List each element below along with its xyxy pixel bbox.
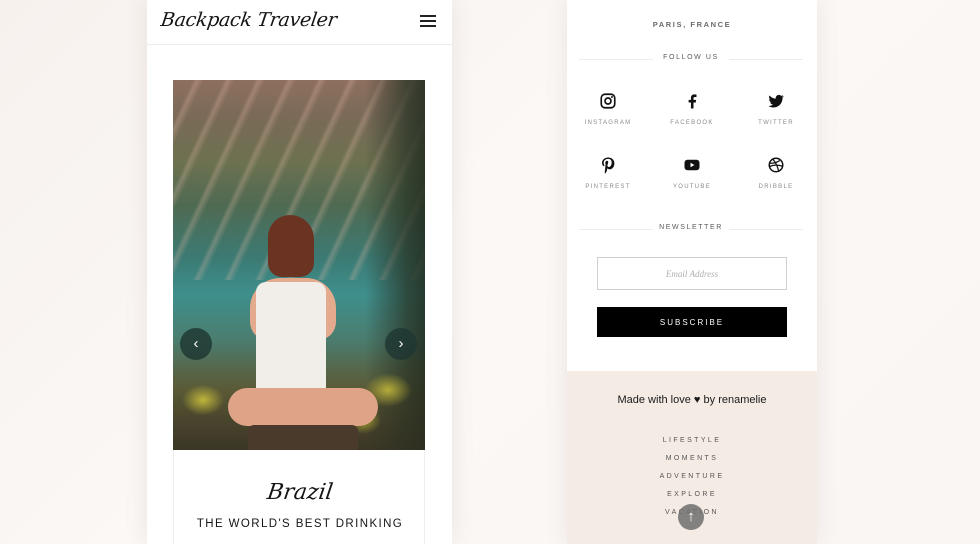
- footer-link-adventure[interactable]: ADVENTURE: [567, 473, 817, 480]
- post-category-script: Brazil: [265, 480, 335, 505]
- slider-prev-button[interactable]: ‹: [180, 328, 212, 360]
- social-label: TWITTER: [758, 120, 794, 126]
- made-with-suffix: by renamelie: [703, 394, 767, 406]
- follow-us-heading: FOLLOW US: [579, 54, 803, 64]
- made-with-love-text: Made with love ♥ by renamelie: [567, 394, 817, 406]
- instagram-icon: [600, 93, 616, 109]
- woman-sitting: [228, 210, 378, 450]
- hero-slider-image: ‹ ›: [173, 80, 425, 450]
- youtube-icon: [684, 159, 700, 171]
- mobile-preview-left: Backpack Traveler ‹ › Brazil THE WORLD'S…: [147, 0, 452, 544]
- menu-line: [420, 15, 436, 17]
- social-label: INSTAGRAM: [584, 120, 632, 126]
- arrow-up-icon: ↑: [687, 508, 695, 525]
- follow-us-label: FOLLOW US: [663, 54, 719, 61]
- heart-icon: ♥: [693, 394, 701, 406]
- social-label: PINTEREST: [585, 184, 631, 190]
- menu-line: [420, 20, 436, 22]
- slider-next-button[interactable]: ›: [385, 328, 417, 360]
- made-with-prefix: Made with love: [617, 394, 691, 406]
- social-label: FACEBOOK: [670, 120, 714, 126]
- pinterest-icon: [602, 157, 615, 174]
- header-bar: Backpack Traveler: [147, 0, 452, 45]
- footer: Made with love ♥ by renamelie LIFESTYLE …: [567, 371, 817, 544]
- subscribe-button[interactable]: SUBSCRIBE: [597, 307, 787, 337]
- rock: [248, 425, 358, 450]
- chevron-right-icon: ›: [398, 335, 404, 352]
- location-text: PARIS, FRANCE: [652, 20, 732, 29]
- dribbble-icon: [768, 157, 784, 173]
- social-pinterest[interactable]: PINTEREST: [573, 156, 643, 190]
- twitter-icon: [768, 94, 785, 108]
- site-logo[interactable]: Backpack Traveler: [159, 9, 338, 31]
- person-hair: [268, 215, 314, 277]
- social-youtube[interactable]: YOUTUBE: [657, 156, 727, 190]
- newsletter-heading: NEWSLETTER: [579, 224, 803, 234]
- hamburger-menu-icon[interactable]: [420, 15, 436, 28]
- newsletter-label: NEWSLETTER: [659, 224, 723, 231]
- social-dribbble[interactable]: DRIBBLE: [741, 156, 811, 190]
- social-label: DRIBBLE: [758, 184, 794, 190]
- post-title[interactable]: THE WORLD'S BEST DRINKING: [174, 518, 426, 530]
- social-facebook[interactable]: FACEBOOK: [657, 92, 727, 126]
- post-card[interactable]: Brazil THE WORLD'S BEST DRINKING: [173, 450, 425, 544]
- person-legs: [228, 388, 378, 426]
- footer-link-explore[interactable]: EXPLORE: [567, 491, 817, 498]
- footer-link-moments[interactable]: MOMENTS: [567, 455, 817, 462]
- mobile-preview-right: PARIS, FRANCE FOLLOW US INSTAGRAM FACEBO…: [567, 0, 817, 544]
- social-label: YOUTUBE: [672, 184, 712, 190]
- footer-link-lifestyle[interactable]: LIFESTYLE: [567, 437, 817, 444]
- facebook-icon: [688, 94, 697, 109]
- menu-line: [420, 25, 436, 27]
- social-twitter[interactable]: TWITTER: [741, 92, 811, 126]
- email-input[interactable]: [597, 257, 787, 290]
- social-instagram[interactable]: INSTAGRAM: [573, 92, 643, 126]
- scroll-to-top-button[interactable]: ↑: [678, 504, 704, 530]
- chevron-left-icon: ‹: [193, 335, 199, 352]
